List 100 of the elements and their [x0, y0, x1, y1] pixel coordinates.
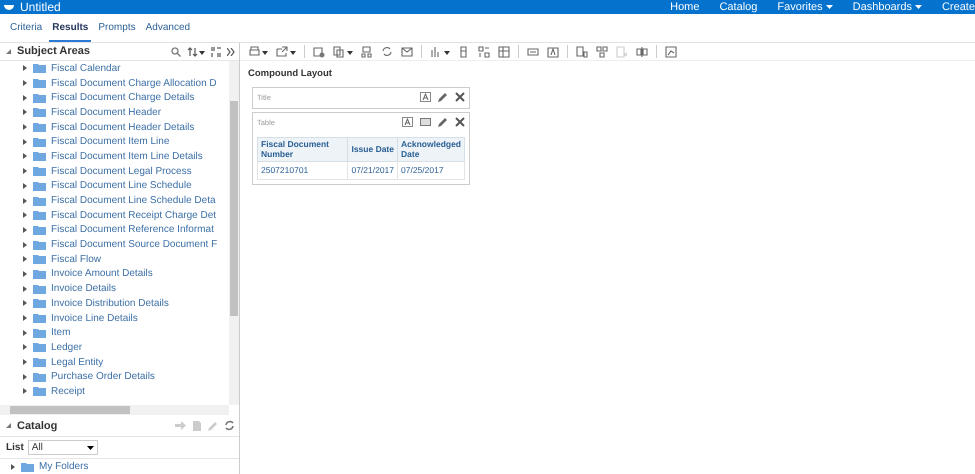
column-header[interactable]: Issue Date	[348, 138, 398, 162]
nav-link[interactable]: Home	[670, 1, 700, 13]
nav-link[interactable]: Dashboards	[852, 1, 922, 13]
collapsed-triangle-icon[interactable]	[22, 198, 28, 204]
tree-item[interactable]: Fiscal Document Header Details	[51, 120, 194, 135]
format-table-icon[interactable]	[420, 118, 431, 126]
collapsed-triangle-icon[interactable]	[22, 374, 28, 380]
tree-item[interactable]: Ledger	[51, 340, 82, 355]
collapsed-triangle-icon[interactable]	[10, 464, 16, 470]
tree-item[interactable]: Invoice Line Details	[51, 310, 138, 326]
split-icon[interactable]	[636, 46, 648, 58]
refresh-icon[interactable]	[224, 420, 235, 432]
tree-item[interactable]: My Folders	[39, 459, 88, 474]
tree-item[interactable]: Fiscal Document Charge Allocation D	[51, 76, 217, 91]
tree-item[interactable]: Fiscal Document Charge Details	[51, 90, 194, 106]
edit-icon[interactable]	[438, 117, 448, 128]
vertical-scrollbar[interactable]	[229, 61, 239, 406]
tree-item[interactable]: Fiscal Flow	[51, 252, 102, 267]
folder-icon	[33, 372, 46, 382]
horizontal-scrollbar[interactable]	[0, 405, 229, 416]
collapsed-triangle-icon[interactable]	[22, 256, 28, 262]
collapsed-triangle-icon[interactable]	[22, 344, 28, 350]
tree-item[interactable]: Invoice Amount Details	[51, 266, 153, 282]
tree-item[interactable]: Invoice Details	[51, 281, 116, 296]
tree-item[interactable]: Item	[51, 325, 70, 340]
collapsed-triangle-icon[interactable]	[22, 124, 28, 130]
caret-icon[interactable]	[914, 5, 922, 9]
expand-panel-icon[interactable]	[227, 48, 235, 56]
table-icon[interactable]	[498, 46, 510, 58]
tree-item[interactable]: Fiscal Document Item Line Details	[51, 148, 203, 164]
tree-item[interactable]: Fiscal Document Reference Informat	[51, 222, 214, 238]
tree-item[interactable]: Legal Entity	[51, 354, 104, 370]
copy-icon[interactable]	[333, 46, 353, 58]
tab[interactable]: Advanced	[142, 17, 194, 42]
tree-item[interactable]: Fiscal Calendar	[51, 61, 120, 76]
folder-icon	[33, 254, 46, 264]
column-header[interactable]: Fiscal Document Number	[258, 138, 348, 162]
collapsed-triangle-icon[interactable]	[22, 138, 28, 145]
close-icon[interactable]	[455, 92, 465, 102]
folder-icon	[33, 284, 46, 294]
format-text-icon[interactable]	[420, 92, 431, 102]
filter-icon[interactable]	[576, 46, 588, 58]
tree-item[interactable]: Fiscal Document Line Schedule Deta	[51, 193, 216, 208]
tree-item[interactable]: Purchase Order Details	[51, 369, 155, 384]
folder-icon	[33, 210, 46, 220]
static-text-icon[interactable]	[547, 46, 559, 58]
list-dropdown[interactable]: All	[28, 440, 98, 456]
panel-title: Subject Areas	[17, 44, 91, 60]
caret-icon[interactable]	[826, 5, 833, 9]
collapsed-triangle-icon[interactable]	[22, 226, 28, 233]
nav-link[interactable]: Catalog	[719, 1, 758, 13]
tree-item[interactable]: Fiscal Document Receipt Charge Det	[51, 208, 216, 223]
collapsed-triangle-icon[interactable]	[22, 65, 28, 72]
sort-icon[interactable]	[187, 46, 205, 56]
tree-item[interactable]: Fiscal Document Item Line	[51, 134, 170, 150]
link-cell[interactable]: 2507210701	[258, 161, 348, 180]
collapsed-triangle-icon[interactable]	[22, 153, 28, 160]
tab[interactable]: Results	[49, 17, 92, 42]
tree-item[interactable]: Fiscal Document Header	[51, 104, 162, 120]
collapsed-triangle-icon[interactable]	[22, 94, 28, 101]
collapsed-triangle-icon[interactable]	[22, 315, 28, 322]
tree-item[interactable]: Fiscal Document Legal Process	[51, 164, 192, 179]
collapsed-triangle-icon[interactable]	[22, 242, 28, 248]
collapse-triangle-icon[interactable]	[6, 49, 11, 54]
export-icon[interactable]	[276, 46, 296, 58]
tab[interactable]: Prompts	[95, 17, 139, 42]
folder-icon	[33, 240, 46, 250]
format-text-icon[interactable]	[402, 117, 413, 128]
tree-item[interactable]: Receipt	[51, 384, 85, 399]
mail-icon[interactable]	[401, 46, 413, 58]
nav-link[interactable]: Favorites	[777, 1, 833, 13]
collapsed-triangle-icon[interactable]	[22, 212, 28, 218]
nav-link[interactable]: Create	[942, 1, 975, 13]
collapsed-triangle-icon[interactable]	[22, 286, 28, 292]
collapsed-triangle-icon[interactable]	[22, 109, 28, 116]
column-header[interactable]: Acknowledged Date	[398, 138, 464, 162]
edit-icon[interactable]	[438, 92, 448, 102]
search-icon[interactable]	[171, 46, 181, 56]
collapsed-triangle-icon[interactable]	[22, 330, 28, 336]
select-icon[interactable]	[211, 46, 221, 56]
collapsed-triangle-icon[interactable]	[22, 182, 28, 189]
graph-icon[interactable]	[665, 46, 677, 58]
refresh-icon[interactable]	[381, 46, 393, 58]
collapsed-triangle-icon[interactable]	[22, 300, 28, 306]
collapsed-triangle-icon[interactable]	[22, 168, 28, 174]
tree-item[interactable]: Fiscal Document Line Schedule	[51, 178, 192, 194]
folder-icon	[33, 63, 46, 74]
tab[interactable]: Criteria	[7, 17, 46, 42]
collapse-triangle-icon[interactable]	[6, 423, 11, 428]
print-icon[interactable]	[248, 46, 268, 58]
collapsed-triangle-icon[interactable]	[22, 359, 28, 366]
collapsed-triangle-icon[interactable]	[22, 80, 28, 86]
collapsed-triangle-icon[interactable]	[22, 388, 28, 394]
close-icon[interactable]	[455, 117, 465, 128]
collapsed-triangle-icon[interactable]	[22, 270, 28, 277]
tree-item[interactable]: Fiscal Document Source Document F	[51, 237, 218, 252]
chart-icon[interactable]	[430, 46, 450, 58]
document-icon[interactable]	[361, 46, 373, 58]
tree-item[interactable]: Invoice Distribution Details	[51, 296, 169, 311]
text-icon[interactable]	[527, 46, 539, 58]
